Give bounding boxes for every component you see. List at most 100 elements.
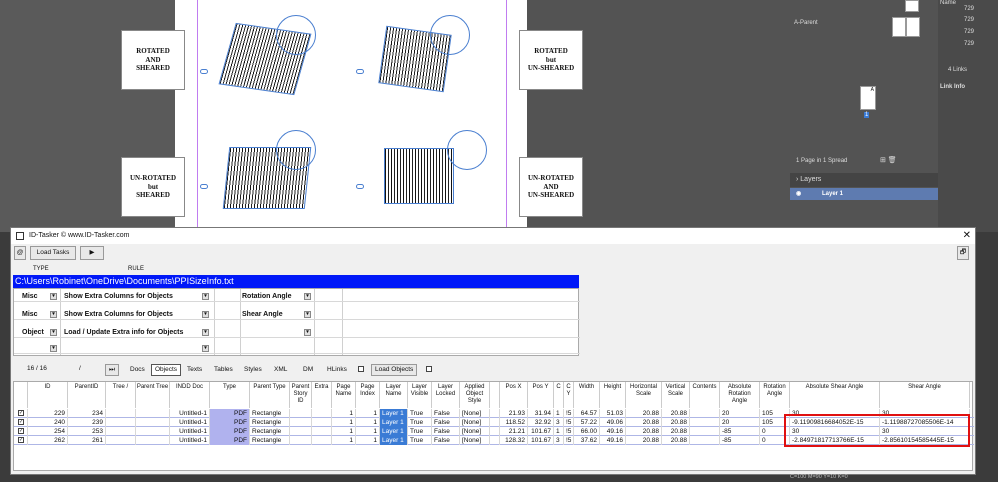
cell-id: 229 xyxy=(28,409,68,418)
col-header[interactable]: ID xyxy=(28,382,68,408)
tab-hlinks[interactable]: HLinks xyxy=(323,364,351,376)
cell-vscale: 20.88 xyxy=(662,427,690,436)
master-thumb[interactable] xyxy=(905,0,919,12)
col-header[interactable]: Contents xyxy=(690,382,720,408)
row-checkbox[interactable]: ✓ xyxy=(18,419,24,425)
col-header[interactable]: Extra xyxy=(312,382,332,408)
links-name-header: Name xyxy=(940,0,957,6)
load-objects-checkbox[interactable] xyxy=(358,366,364,372)
cell-check[interactable]: ✓ xyxy=(14,436,28,445)
label-unrotated-sheared: UN-ROTATED but SHEARED xyxy=(121,157,185,217)
close-button[interactable]: ✕ xyxy=(963,230,971,242)
cell-doc: Untitled-1 xyxy=(170,418,210,427)
col-header[interactable]: Page Index xyxy=(356,382,380,408)
tab-dm[interactable]: DM xyxy=(299,364,317,376)
link-item[interactable]: 729 xyxy=(964,6,974,12)
option-checkbox[interactable] xyxy=(426,366,432,372)
col-header[interactable]: Tree / xyxy=(106,382,136,408)
link-item[interactable]: 729 xyxy=(964,17,974,23)
cell-empty xyxy=(106,409,136,418)
play-button[interactable]: ▶ xyxy=(80,246,104,260)
cell-ptype: Rectangle xyxy=(250,436,290,445)
row-checkbox[interactable]: ✓ xyxy=(18,428,24,434)
task-row[interactable]: Misc ▾ Show Extra Columns for Objects ▾ Sh… xyxy=(14,309,580,320)
cell-posy: 32.92 xyxy=(528,418,554,427)
task-row[interactable]: ▾ ▾ xyxy=(14,343,580,354)
cell-doc: Untitled-1 xyxy=(170,409,210,418)
cell-check[interactable]: ✓ xyxy=(14,409,28,418)
new-page-icon[interactable]: ⊞ 🗑 xyxy=(880,156,897,164)
col-header[interactable]: Shear Angle xyxy=(880,382,970,408)
col-header[interactable]: Applied Object Style xyxy=(460,382,490,408)
col-header[interactable]: Horizontal Scale xyxy=(626,382,662,408)
cell-check[interactable]: ✓ xyxy=(14,427,28,436)
cell-index: 1 xyxy=(356,427,380,436)
label-rotated-unsheared: ROTATED but UN-SHEARED xyxy=(519,30,583,90)
placed-image-4[interactable] xyxy=(384,148,454,204)
col-header[interactable]: Absolute Rotation Angle xyxy=(720,382,760,408)
task-row[interactable]: Misc ▾ Show Extra Columns for Objects ▾ Ro… xyxy=(14,291,580,302)
link-item[interactable]: 729 xyxy=(964,29,974,35)
col-header[interactable]: C xyxy=(554,382,564,408)
tab-texts[interactable]: Texts xyxy=(183,364,206,376)
master-name: A-Parent xyxy=(794,20,818,26)
col-header[interactable]: Parent Tree xyxy=(136,382,170,408)
load-tasks-button[interactable]: Load Tasks xyxy=(30,246,76,260)
col-header[interactable]: INDD Doc xyxy=(170,382,210,408)
row-checkbox[interactable]: ✓ xyxy=(18,410,24,416)
row-checkbox[interactable]: ✓ xyxy=(18,437,24,443)
cell-parent: 253 xyxy=(68,427,106,436)
eye-icon[interactable]: ◉ xyxy=(796,188,801,200)
task-grid: Misc ▾ Show Extra Columns for Objects ▾ Ro… xyxy=(13,288,580,356)
col-header[interactable]: Parent Story ID xyxy=(290,382,312,408)
col-header[interactable]: Width xyxy=(574,382,600,408)
tab-objects[interactable]: Objects xyxy=(151,364,182,376)
cell-empty xyxy=(490,409,500,418)
col-header[interactable]: Height xyxy=(600,382,626,408)
col-header[interactable]: Layer Locked xyxy=(432,382,460,408)
col-header[interactable]: Pos X xyxy=(500,382,528,408)
tab-docs[interactable]: Docs xyxy=(126,364,149,376)
col-header[interactable]: Vertical Scale xyxy=(662,382,690,408)
col-header[interactable]: Pos Y xyxy=(528,382,554,408)
cell-locked: False xyxy=(432,427,460,436)
cell-vscale: 20.88 xyxy=(662,418,690,427)
col-header[interactable]: Absolute Shear Angle xyxy=(790,382,880,408)
tab-tables[interactable]: Tables xyxy=(210,364,237,376)
file-path-bar[interactable]: C:\Users\Robinet\OneDrive\Documents\PPIS… xyxy=(13,275,579,288)
cell-parent: 239 xyxy=(68,418,106,427)
link-info-header[interactable]: Link Info xyxy=(940,84,965,90)
col-header[interactable]: Type xyxy=(210,382,250,408)
tab-styles[interactable]: Styles xyxy=(240,364,266,376)
tab-xml[interactable]: XML xyxy=(270,364,291,376)
col-header[interactable]: Layer Name xyxy=(380,382,408,408)
cell-check[interactable]: ✓ xyxy=(14,418,28,427)
cell-empty xyxy=(690,436,720,445)
col-header[interactable]: Rotation Angle xyxy=(760,382,790,408)
layer-row[interactable]: ◉ Layer 1 xyxy=(790,188,938,200)
restore-icon[interactable]: 🗗 xyxy=(957,246,969,260)
task-row[interactable]: Object ▾ Load / Update Extra info for Obj… xyxy=(14,327,580,338)
link-item[interactable]: 729 xyxy=(964,41,974,47)
master-thumb-right[interactable] xyxy=(906,17,920,37)
page-thumb[interactable]: A xyxy=(860,86,876,110)
cell-index: 1 xyxy=(356,418,380,427)
col-header[interactable]: ParentID xyxy=(68,382,106,408)
object-counter: 16 / 16 xyxy=(27,365,47,372)
skip-button[interactable]: ⏭ xyxy=(105,364,119,376)
margin-guide-right xyxy=(506,0,507,232)
col-header[interactable]: Parent Type xyxy=(250,382,290,408)
counter-separator: / xyxy=(79,365,81,372)
cell-page: 1 xyxy=(332,427,356,436)
cell-c: 3 xyxy=(554,436,564,445)
cell-layer: Layer 1 xyxy=(380,418,408,427)
load-objects-button[interactable]: Load Objects xyxy=(371,364,418,376)
at-button[interactable]: @ xyxy=(14,246,26,260)
layers-panel-header[interactable]: › Layers xyxy=(790,173,938,187)
col-header[interactable]: Layer Visible xyxy=(408,382,432,408)
master-thumb-left[interactable] xyxy=(892,17,906,37)
col-header[interactable]: C Y xyxy=(564,382,574,408)
cell-locked: False xyxy=(432,436,460,445)
cell-empty xyxy=(290,409,312,418)
col-header[interactable]: Page Name xyxy=(332,382,356,408)
